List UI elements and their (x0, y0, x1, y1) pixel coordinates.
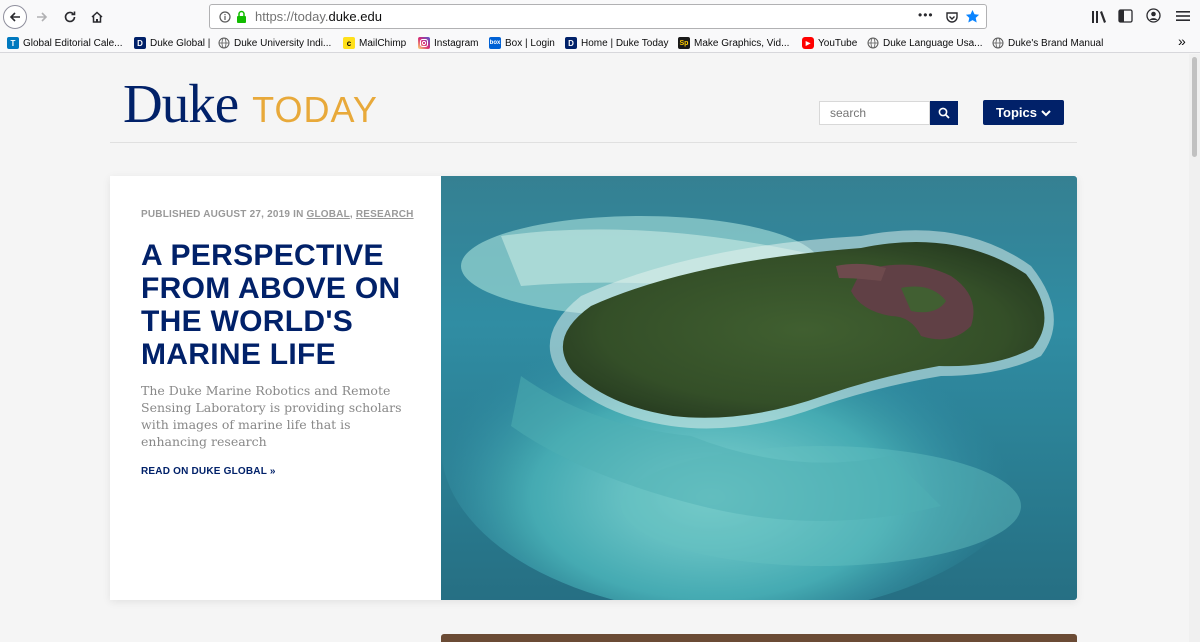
home-button[interactable] (84, 4, 110, 30)
page-content: Duke TODAY Topics PUBLISHED AUGUST 27, 2… (0, 54, 1189, 642)
arrow-left-icon (9, 12, 20, 22)
reload-icon (64, 11, 76, 23)
duke-d-icon: D (134, 37, 146, 49)
bookmark-item[interactable]: Duke Language Usa... (867, 35, 983, 51)
sidebar-icon[interactable] (1118, 9, 1133, 23)
logo-duke-text: Duke (123, 73, 239, 134)
browser-toolbar: https://today.duke.edu ••• (0, 0, 1200, 33)
url-text[interactable]: https://today.duke.edu (255, 9, 382, 24)
header-divider (110, 142, 1077, 143)
bookmark-item[interactable]: Duke University Indi... (218, 35, 331, 51)
globe-icon (867, 37, 879, 49)
menu-icon[interactable] (1176, 10, 1190, 22)
logo-today-text: TODAY (252, 89, 378, 130)
next-article-card[interactable] (441, 634, 1077, 642)
url-bar[interactable]: https://today.duke.edu ••• (209, 4, 987, 29)
pocket-icon[interactable] (945, 10, 959, 24)
bookmark-item[interactable]: Instagram (418, 35, 478, 51)
read-more-link[interactable]: READ ON DUKE GLOBAL » (141, 466, 276, 477)
bookmarks-overflow-button[interactable]: » (1178, 33, 1186, 49)
search-input[interactable] (819, 101, 930, 125)
youtube-icon: ▶ (802, 37, 814, 49)
duke-d-icon: D (565, 37, 577, 49)
scroll-thumb[interactable] (1192, 57, 1197, 157)
topics-menu-button[interactable]: Topics (983, 100, 1064, 125)
page-scrollbar[interactable] (1189, 54, 1200, 642)
chevron-down-icon (1041, 109, 1051, 116)
globe-icon (218, 37, 230, 49)
page-actions-button[interactable]: ••• (918, 8, 934, 22)
info-icon[interactable] (219, 11, 231, 23)
bookmark-item[interactable]: box Box | Login (489, 35, 555, 51)
arrow-right-icon (37, 12, 48, 22)
bookmark-item[interactable]: Duke's Brand Manual (992, 35, 1103, 51)
library-icon[interactable] (1091, 10, 1107, 24)
article-hero-image[interactable] (441, 176, 1077, 600)
lock-icon[interactable] (236, 10, 247, 23)
reload-button[interactable] (57, 4, 83, 30)
featured-article-card: PUBLISHED AUGUST 27, 2019 IN GLOBAL, RES… (110, 176, 1077, 600)
island-aerial-image (441, 176, 1077, 600)
spark-icon: Sp (678, 37, 690, 49)
bookmark-item[interactable]: D Duke Global | (134, 35, 210, 51)
duke-today-logo[interactable]: Duke TODAY (123, 72, 378, 135)
trello-icon: T (7, 37, 19, 49)
article-text-panel: PUBLISHED AUGUST 27, 2019 IN GLOBAL, RES… (110, 176, 441, 600)
article-summary: The Duke Marine Robotics and Remote Sens… (141, 383, 402, 449)
category-link-global[interactable]: GLOBAL (306, 209, 349, 220)
bookmark-item[interactable]: c MailChimp (343, 35, 406, 51)
category-link-research[interactable]: RESEARCH (356, 209, 414, 220)
home-icon (91, 11, 103, 23)
instagram-icon (418, 37, 430, 49)
bookmark-item[interactable]: T Global Editorial Cale... (7, 35, 123, 51)
article-headline[interactable]: A PERSPECTIVE FROM ABOVE ON THE WORLD'S … (141, 239, 431, 371)
search-icon (938, 107, 950, 119)
forward-button[interactable] (29, 4, 55, 30)
bookmark-item[interactable]: ▶ YouTube (802, 35, 857, 51)
article-meta: PUBLISHED AUGUST 27, 2019 IN GLOBAL, RES… (141, 209, 414, 220)
bookmark-star-icon[interactable] (965, 9, 980, 24)
bookmark-item[interactable]: Sp Make Graphics, Vid... (678, 35, 789, 51)
globe-icon (992, 37, 1004, 49)
bookmarks-toolbar: T Global Editorial Cale... D Duke Global |… (0, 33, 1200, 53)
account-icon[interactable] (1146, 8, 1161, 23)
box-icon: box (489, 37, 501, 49)
search-button[interactable] (930, 101, 958, 125)
mailchimp-icon: c (343, 37, 355, 49)
back-button[interactable] (3, 5, 27, 29)
bookmark-item[interactable]: D Home | Duke Today (565, 35, 668, 51)
